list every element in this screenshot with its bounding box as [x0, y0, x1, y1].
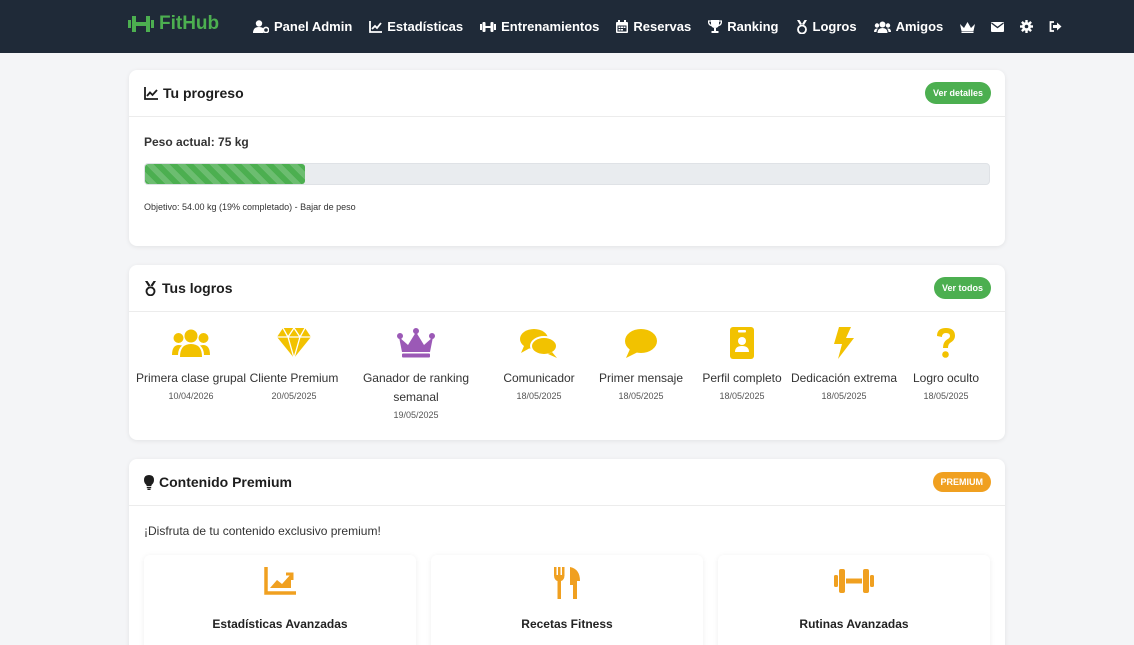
brand-name: FitHub	[159, 13, 220, 34]
dumbbell-icon	[128, 16, 154, 32]
premium-card-header: Contenido Premium PREMIUM	[129, 459, 1005, 506]
crown-icon	[397, 328, 435, 358]
envelope-icon	[991, 21, 1005, 32]
progress-bar-fill	[145, 164, 306, 184]
achievement-date: 18/05/2025	[923, 391, 969, 401]
premium-card: Contenido Premium PREMIUM ¡Disfruta de t…	[129, 459, 1005, 645]
nav-item-label: Ranking	[727, 19, 779, 34]
progress-card: Tu progreso Ver detalles Peso actual: 75…	[129, 70, 1005, 246]
user-gear-icon	[253, 20, 269, 33]
premium-item-recetas[interactable]: Recetas Fitness	[431, 555, 703, 645]
nav-logout[interactable]	[1049, 21, 1062, 32]
achievement-item[interactable]: Primera clase grupal 10/04/2026	[131, 326, 251, 401]
utensils-icon	[554, 567, 580, 599]
lightbulb-icon	[144, 474, 154, 490]
nav-premium-crown[interactable]	[960, 21, 976, 33]
ver-detalles-button[interactable]: Ver detalles	[924, 82, 991, 104]
comments-icon	[520, 329, 558, 358]
nav-item-reservas[interactable]: Reservas	[616, 19, 691, 34]
achievements-list: Primera clase grupal 10/04/2026 Cliente …	[129, 312, 1005, 440]
achievement-name: Primera clase grupal	[135, 371, 247, 385]
crown-icon	[960, 21, 976, 33]
nav-item-ranking[interactable]: Ranking	[708, 19, 779, 34]
achievements-card: Tus logros Ver todos Primera clase grupa…	[129, 265, 1005, 440]
achievement-item[interactable]: Ganador de ranking semanal 19/05/2025	[356, 326, 476, 420]
achievements-card-header: Tus logros Ver todos	[129, 265, 1005, 312]
nav-item-label: Estadísticas	[387, 19, 464, 34]
navbar: FitHub Panel Admin Estadísticas Entrenam…	[0, 0, 1134, 53]
progress-bar	[144, 163, 990, 185]
achievement-date: 10/04/2026	[168, 391, 214, 401]
gear-icon	[1020, 20, 1034, 33]
diamond-icon	[277, 328, 311, 358]
premium-item-rutinas[interactable]: Rutinas Avanzadas	[718, 555, 990, 645]
premium-item-title: Rutinas Avanzadas	[799, 617, 909, 631]
current-weight: Peso actual: 75 kg	[144, 135, 249, 149]
users-icon	[172, 329, 210, 357]
achievement-name: Logro oculto	[912, 371, 980, 385]
chart-line-icon	[144, 86, 158, 100]
premium-item-estadisticas[interactable]: Estadísticas Avanzadas	[144, 555, 416, 645]
medal-icon	[796, 19, 807, 34]
nav-item-logros[interactable]: Logros	[796, 19, 857, 34]
nav-item-estadisticas[interactable]: Estadísticas	[369, 19, 463, 34]
achievement-date: 19/05/2025	[393, 410, 439, 420]
premium-content-grid: Estadísticas Avanzadas Recetas Fitness R…	[144, 555, 990, 645]
id-badge-icon	[730, 327, 754, 359]
chart-area-icon	[264, 567, 296, 595]
nav-links: Panel Admin Estadísticas Entrenamientos …	[253, 0, 1078, 53]
nav-messages[interactable]	[991, 21, 1005, 32]
achievement-name: Ganador de ranking semanal	[362, 371, 470, 404]
nav-item-label: Amigos	[895, 19, 944, 34]
question-icon	[937, 328, 955, 358]
achievement-date: 20/05/2025	[271, 391, 317, 401]
premium-badge: PREMIUM	[932, 472, 991, 492]
nav-item-label: Panel Admin	[274, 19, 353, 34]
achievement-item[interactable]: Cliente Premium 20/05/2025	[234, 326, 354, 401]
card-title: Tu progreso	[144, 85, 244, 101]
achievement-name: Cliente Premium	[249, 371, 339, 385]
card-title: Tus logros	[144, 280, 233, 296]
dumbbell-icon	[480, 21, 497, 32]
chart-line-icon	[369, 20, 383, 33]
achievements-title: Tus logros	[162, 280, 233, 296]
premium-intro: ¡Disfruta de tu contenido exclusivo prem…	[144, 524, 381, 538]
nav-item-label: Entrenamientos	[501, 19, 600, 34]
nav-item-entrenamientos[interactable]: Entrenamientos	[480, 19, 599, 34]
nav-item-label: Reservas	[633, 19, 692, 34]
premium-title: Contenido Premium	[159, 474, 293, 490]
achievement-item[interactable]: Logro oculto 18/05/2025	[886, 326, 1006, 401]
medal-icon	[145, 280, 156, 296]
nav-item-amigos[interactable]: Amigos	[873, 19, 944, 34]
premium-item-title: Estadísticas Avanzadas	[212, 617, 348, 631]
brand-logo[interactable]: FitHub	[128, 13, 219, 35]
dumbbell-icon	[834, 569, 874, 593]
nav-item-label: Logros	[812, 19, 857, 34]
sign-out-icon	[1049, 21, 1062, 32]
progress-title: Tu progreso	[163, 85, 244, 101]
nav-settings[interactable]	[1020, 20, 1034, 33]
progress-card-header: Tu progreso Ver detalles	[129, 70, 1005, 117]
bolt-icon	[834, 327, 854, 359]
trophy-icon	[708, 20, 723, 33]
objective-text: Objetivo: 54.00 kg (19% completado) - Ba…	[144, 202, 356, 212]
ver-todos-button[interactable]: Ver todos	[933, 277, 991, 299]
users-icon	[873, 21, 891, 33]
card-title: Contenido Premium	[144, 474, 292, 490]
comment-icon	[625, 329, 657, 358]
nav-item-panel-admin[interactable]: Panel Admin	[253, 19, 352, 34]
calendar-icon	[616, 20, 629, 33]
premium-item-title: Recetas Fitness	[521, 617, 613, 631]
